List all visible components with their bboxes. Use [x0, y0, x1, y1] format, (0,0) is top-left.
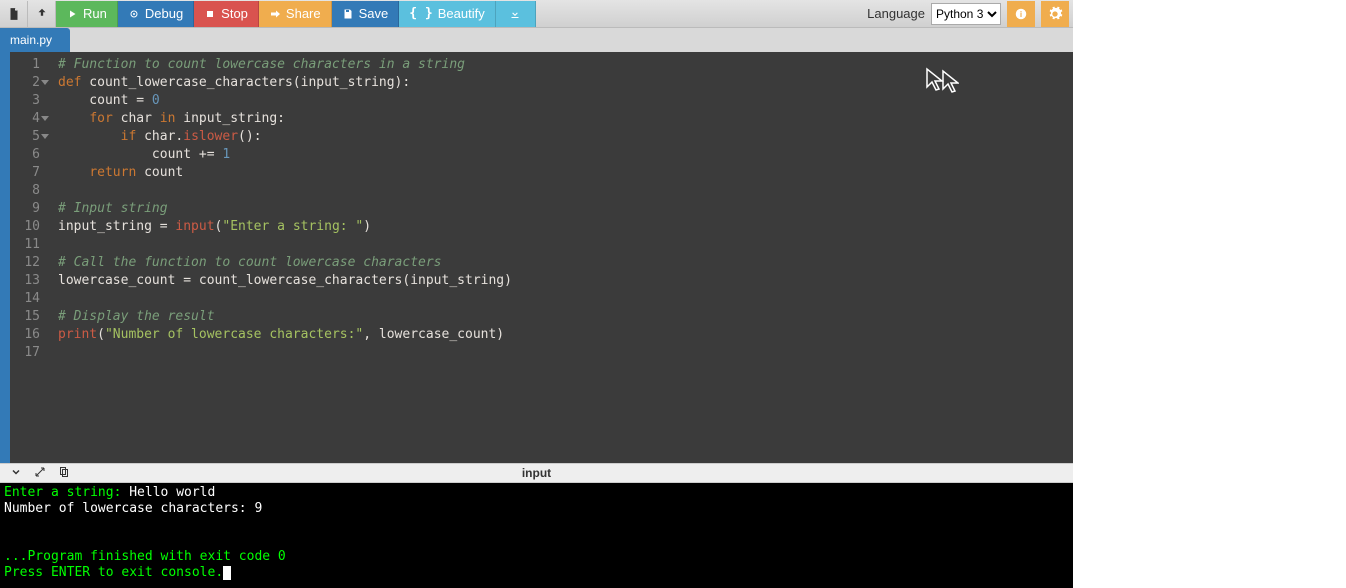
run-label: Run [83, 6, 107, 21]
new-file-button[interactable] [0, 1, 28, 27]
beautify-button[interactable]: { } Beautify [399, 1, 495, 27]
console-cursor [223, 566, 231, 580]
info-button[interactable]: i [1007, 1, 1035, 27]
chevron-down-icon[interactable] [10, 466, 22, 481]
line-gutter: 1234567891011121314151617 [10, 52, 50, 463]
share-label: Share [286, 6, 321, 21]
save-label: Save [359, 6, 389, 21]
editor-left-stripe [0, 52, 10, 463]
share-button[interactable]: Share [259, 1, 332, 27]
stop-label: Stop [221, 6, 248, 21]
console-toolbar: input [0, 463, 1073, 483]
console-title: input [522, 466, 551, 480]
tab-label: main.py [10, 33, 52, 47]
language-select[interactable]: Python 3 [931, 3, 1001, 25]
tab-main[interactable]: main.py [0, 28, 70, 52]
beautify-label: Beautify [438, 6, 485, 21]
save-button[interactable]: Save [332, 1, 400, 27]
stop-button[interactable]: Stop [194, 1, 259, 27]
console-output[interactable]: Enter a string: Hello world Number of lo… [0, 483, 1073, 588]
toolbar: Run Debug Stop Share Save { } Beautify [0, 0, 1073, 28]
svg-text:i: i [1020, 9, 1022, 18]
tab-bar: main.py [0, 28, 1073, 52]
upload-button[interactable] [28, 1, 56, 27]
settings-button[interactable] [1041, 1, 1069, 27]
expand-icon[interactable] [34, 466, 46, 481]
code-editor[interactable]: 1234567891011121314151617 # Function to … [0, 52, 1073, 463]
debug-label: Debug [145, 6, 183, 21]
run-button[interactable]: Run [56, 1, 118, 27]
braces-icon: { } [409, 6, 432, 21]
code-area[interactable]: # Function to count lowercase characters… [50, 52, 1073, 463]
download-button[interactable] [496, 1, 536, 27]
debug-button[interactable]: Debug [118, 1, 194, 27]
language-label: Language [867, 6, 925, 21]
copy-icon[interactable] [58, 466, 70, 481]
